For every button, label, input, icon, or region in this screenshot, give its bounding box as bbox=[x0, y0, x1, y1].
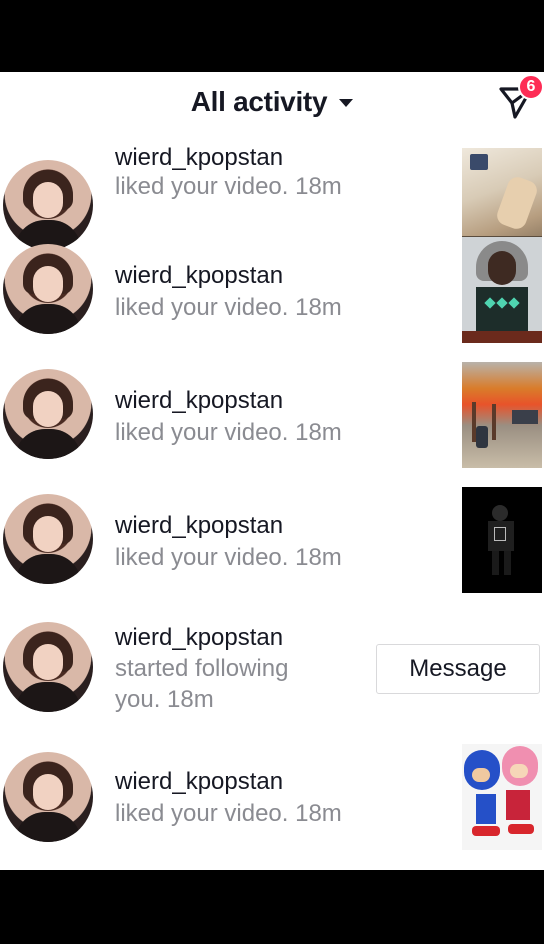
video-thumbnail[interactable] bbox=[462, 362, 542, 468]
avatar[interactable] bbox=[3, 369, 93, 459]
avatar[interactable] bbox=[3, 244, 93, 334]
activity-row[interactable]: wierd_kpopstan liked your video. 18m bbox=[0, 124, 544, 254]
activity-header: All activity 6 bbox=[0, 72, 544, 136]
avatar[interactable] bbox=[3, 494, 93, 584]
avatar[interactable] bbox=[3, 622, 93, 712]
username[interactable]: wierd_kpopstan bbox=[115, 387, 283, 415]
page-title[interactable]: All activity bbox=[191, 86, 328, 118]
activity-row[interactable]: wierd_kpopstan liked your video. 18m bbox=[0, 744, 544, 869]
activity-text: liked your video. 18m bbox=[115, 173, 342, 200]
activity-row[interactable]: wierd_kpopstan liked your video. 18m bbox=[0, 362, 544, 487]
direct-messages-button[interactable]: 6 bbox=[494, 74, 544, 124]
activity-text: liked your video. 18m bbox=[115, 419, 342, 446]
activity-text: started following you. 18m bbox=[115, 655, 289, 713]
activity-row[interactable]: wierd_kpopstan started following you. 18… bbox=[0, 612, 544, 737]
activity-filter-dropdown[interactable]: All activity bbox=[0, 86, 544, 118]
bottom-black-bar bbox=[0, 870, 544, 944]
username[interactable]: wierd_kpopstan bbox=[115, 624, 283, 652]
username[interactable]: wierd_kpopstan bbox=[115, 262, 283, 290]
activity-text: liked your video. 18m bbox=[115, 544, 342, 571]
activity-row[interactable]: wierd_kpopstan liked your video. 18m bbox=[0, 237, 544, 362]
chevron-down-icon[interactable] bbox=[339, 99, 354, 107]
top-black-bar bbox=[0, 0, 544, 72]
username[interactable]: wierd_kpopstan bbox=[115, 144, 283, 172]
video-thumbnail[interactable] bbox=[462, 744, 542, 850]
video-thumbnail[interactable] bbox=[462, 237, 542, 343]
username[interactable]: wierd_kpopstan bbox=[115, 512, 283, 540]
username[interactable]: wierd_kpopstan bbox=[115, 768, 283, 796]
avatar[interactable] bbox=[3, 752, 93, 842]
message-button[interactable]: Message bbox=[376, 644, 540, 694]
activity-text: liked your video. 18m bbox=[115, 800, 342, 827]
activity-text: liked your video. 18m bbox=[115, 294, 342, 321]
activity-row[interactable]: wierd_kpopstan liked your video. 18m bbox=[0, 487, 544, 612]
activity-screen: wierd_kpopstan liked your video. 18m wie… bbox=[0, 72, 544, 870]
notification-badge: 6 bbox=[518, 74, 544, 100]
video-thumbnail[interactable] bbox=[462, 487, 542, 593]
